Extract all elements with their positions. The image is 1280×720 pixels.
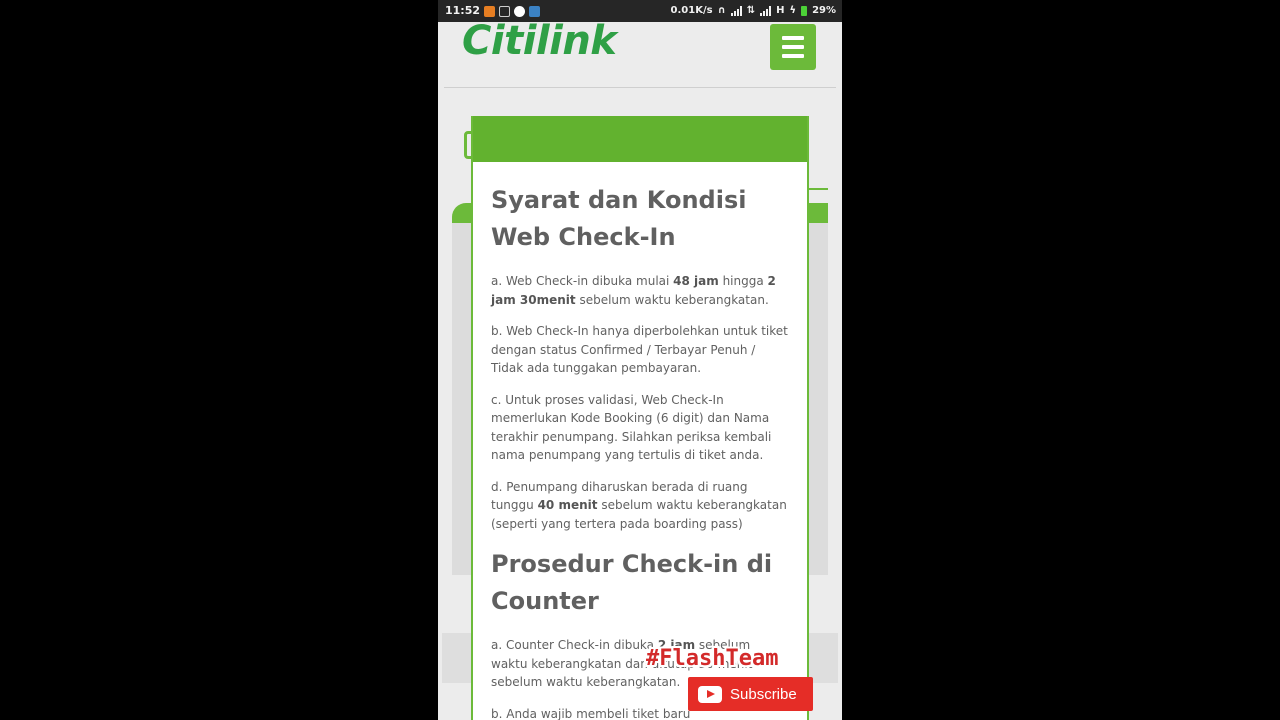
watermark-text: #FlashTeam [646,646,779,671]
modal-header [473,116,807,162]
subscribe-button[interactable]: Subscribe [688,677,813,711]
charging-icon: ϟ [789,5,797,16]
term-item-a: a. Web Check-in dibuka mulai 48 jam hing… [491,274,776,307]
subscribe-label: Subscribe [730,685,797,703]
modal-body[interactable]: Syarat dan Kondisi Web Check-In a. Web C… [473,162,807,720]
section-title-web-checkin: Syarat dan Kondisi Web Check-In [491,186,747,251]
phone-screen: 11:52 0.01K/s ∩ ⇅ H ϟ 29% Citilink Syara… [438,0,842,720]
battery-icon [801,6,808,16]
chrome-icon [514,5,526,17]
header-divider [444,87,836,88]
signal-icon [730,6,742,16]
hamburger-icon [782,36,804,40]
notification-icon [529,5,541,17]
site-header: Citilink [438,18,842,88]
term-item-c: c. Untuk proses validasi, Web Check-In m… [491,392,772,463]
terms-modal: Syarat dan Kondisi Web Check-In a. Web C… [471,116,809,720]
network-speed: 0.01K/s [670,5,713,16]
network-type: H [776,5,785,16]
hamburger-icon [782,45,804,49]
menu-button[interactable] [770,24,816,70]
citilink-logo[interactable]: Citilink [462,18,617,64]
notification-icon [499,5,511,17]
battery-level: 29% [812,5,836,16]
term-item-b: b. Web Check-In hanya diperbolehkan untu… [491,324,788,375]
section-title-counter-checkin: Prosedur Check-in di Counter [491,550,773,615]
youtube-icon [698,685,722,703]
term-item-d: d. Penumpang diharuskan berada di ruang … [491,479,787,531]
signal-icon [760,6,772,16]
hamburger-icon [782,54,804,58]
signal-icon: ⇅ [746,5,756,16]
notification-icon [484,5,496,17]
headphones-icon: ∩ [717,5,726,16]
